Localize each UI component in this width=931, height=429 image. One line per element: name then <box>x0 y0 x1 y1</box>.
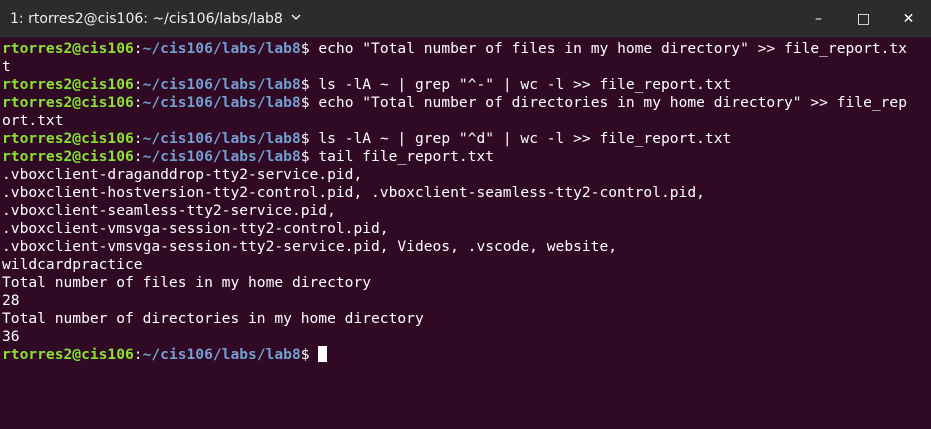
maximize-icon: □ <box>856 11 871 27</box>
terminal-output[interactable]: rtorres2@cis106:~/cis106/labs/lab8$ echo… <box>0 38 931 429</box>
wrapped-line: t <box>2 58 11 75</box>
prompt-colon: : <box>133 76 143 93</box>
prompt-line: rtorres2@cis106:~/cis106/labs/lab8$ ls -… <box>2 130 929 148</box>
prompt-path: ~/cis106/labs/lab8 <box>142 94 301 111</box>
output-line: Total number of directories in my home d… <box>2 310 424 327</box>
prompt-user-host: rtorres2@cis106 <box>2 76 134 93</box>
prompt-colon: : <box>133 346 143 363</box>
terminal-tab[interactable]: 1: rtorres2@cis106: ~/cis106/labs/lab8 <box>10 11 301 27</box>
prompt-path: ~/cis106/labs/lab8 <box>142 148 301 165</box>
output-line: 28 <box>2 292 20 309</box>
output-line: Total number of files in my home directo… <box>2 274 372 291</box>
prompt-user-host: rtorres2@cis106 <box>2 94 134 111</box>
prompt-path: ~/cis106/labs/lab8 <box>142 346 301 363</box>
prompt-user-host: rtorres2@cis106 <box>2 346 134 363</box>
output-line: .vboxclient-hostversion-tty2-control.pid… <box>2 184 705 201</box>
minimize-icon: – <box>815 11 822 27</box>
prompt-line: rtorres2@cis106:~/cis106/labs/lab8$ tail… <box>2 148 929 166</box>
prompt-symbol: $ <box>300 40 310 57</box>
text-cursor <box>318 346 328 362</box>
prompt-symbol: $ <box>300 148 310 165</box>
prompt-colon: : <box>133 130 143 147</box>
prompt-user-host: rtorres2@cis106 <box>2 40 134 57</box>
prompt-line: rtorres2@cis106:~/cis106/labs/lab8$ <box>2 346 929 364</box>
prompt-colon: : <box>133 40 143 57</box>
prompt-user-host: rtorres2@cis106 <box>2 130 134 147</box>
output-line: 36 <box>2 328 20 345</box>
output-line: .vboxclient-vmsvga-session-tty2-service.… <box>2 238 618 255</box>
command-text: echo "Total number of files in my home d… <box>309 40 908 57</box>
title-bar: 1: rtorres2@cis106: ~/cis106/labs/lab8 –… <box>0 0 931 38</box>
window-title: 1: rtorres2@cis106: ~/cis106/labs/lab8 <box>10 10 283 27</box>
maximize-button[interactable]: □ <box>841 0 886 38</box>
minimize-button[interactable]: – <box>796 0 841 38</box>
prompt-colon: : <box>133 148 143 165</box>
close-icon: ✕ <box>902 11 915 27</box>
command-text: tail file_report.txt <box>309 148 495 165</box>
prompt-colon: : <box>133 94 143 111</box>
command-text: ls -lA ~ | grep "^-" | wc -l >> file_rep… <box>309 76 732 93</box>
command-text: echo "Total number of directories in my … <box>309 94 908 111</box>
output-line: wildcardpractice <box>2 256 143 273</box>
prompt-symbol: $ <box>300 94 310 111</box>
output-line: .vboxclient-seamless-tty2-service.pid, <box>2 202 336 219</box>
wrapped-line: ort.txt <box>2 112 64 129</box>
prompt-line: rtorres2@cis106:~/cis106/labs/lab8$ ls -… <box>2 76 929 94</box>
prompt-path: ~/cis106/labs/lab8 <box>142 130 301 147</box>
command-text <box>310 346 319 363</box>
prompt-path: ~/cis106/labs/lab8 <box>142 76 301 93</box>
output-line: .vboxclient-vmsvga-session-tty2-control.… <box>2 220 389 237</box>
command-text: ls -lA ~ | grep "^d" | wc -l >> file_rep… <box>309 130 732 147</box>
prompt-user-host: rtorres2@cis106 <box>2 148 134 165</box>
prompt-symbol: $ <box>300 346 310 363</box>
close-button[interactable]: ✕ <box>886 0 931 38</box>
chevron-down-icon[interactable] <box>291 13 301 24</box>
prompt-symbol: $ <box>300 76 310 93</box>
output-line: .vboxclient-draganddrop-tty2-service.pid… <box>2 166 363 183</box>
prompt-line: rtorres2@cis106:~/cis106/labs/lab8$ echo… <box>2 94 929 112</box>
prompt-line: rtorres2@cis106:~/cis106/labs/lab8$ echo… <box>2 40 929 58</box>
prompt-symbol: $ <box>300 130 310 147</box>
prompt-path: ~/cis106/labs/lab8 <box>142 40 301 57</box>
